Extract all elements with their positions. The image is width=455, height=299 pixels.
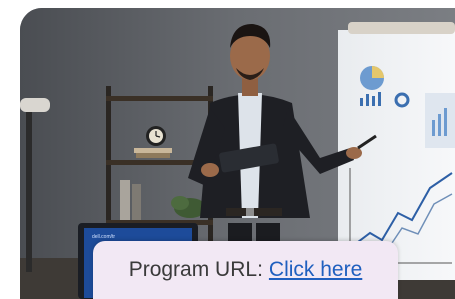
program-url-caption: Program URL: Click here (93, 241, 398, 299)
svg-text:dell.com/tr: dell.com/tr (92, 234, 115, 240)
click-here-link[interactable]: Click here (269, 258, 362, 282)
program-url-label: Program URL: (128, 258, 263, 281)
